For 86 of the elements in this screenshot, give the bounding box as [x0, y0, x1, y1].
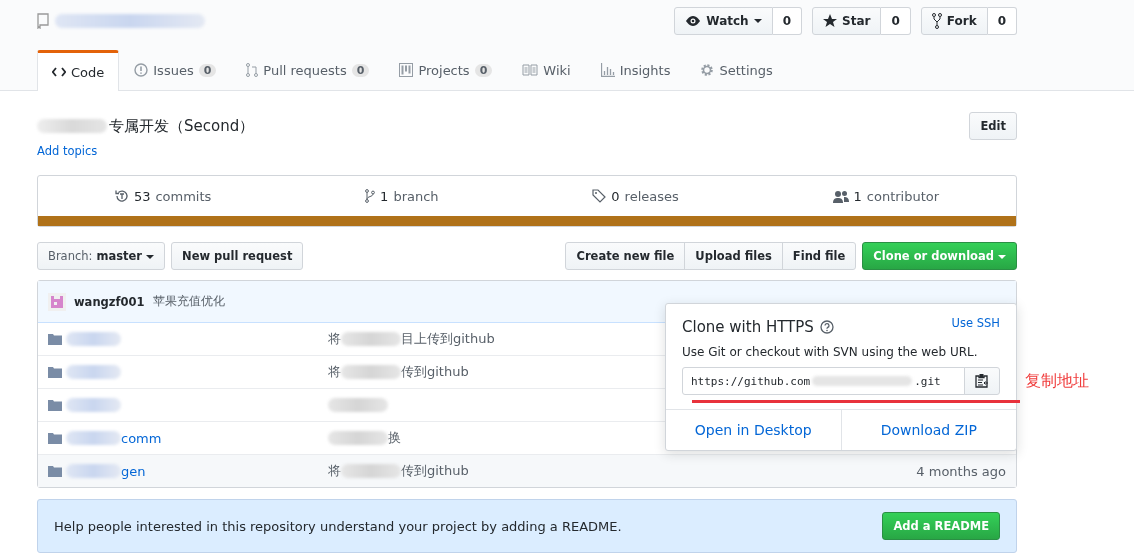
settings-icon [700, 63, 715, 77]
blurred-text [37, 119, 107, 133]
releases-link[interactable]: 0 releases [592, 188, 679, 204]
copy-button[interactable] [964, 367, 1000, 395]
tab[interactable]: Pull requests 0 [231, 50, 385, 89]
caret-icon [146, 254, 155, 259]
commit-message[interactable]: 传到github [401, 462, 469, 480]
issue-icon [134, 63, 149, 77]
book-icon [522, 64, 539, 76]
use-ssh-link[interactable]: Use SSH [951, 316, 1000, 330]
file-action-button[interactable]: Upload files [684, 242, 783, 270]
star-count: 0 [881, 7, 911, 35]
readme-prompt: Help people interested in this repository understand your project by adding a README. [54, 518, 622, 534]
help-icon[interactable] [819, 320, 834, 334]
blurred-text [341, 365, 401, 379]
branch-select[interactable]: Branch: master [37, 242, 166, 270]
count-badge: 0 [474, 63, 493, 77]
blurred-text [66, 464, 121, 478]
tag-icon [592, 189, 607, 203]
edit-button[interactable]: Edit [969, 112, 1017, 140]
tab[interactable]: Projects 0 [384, 50, 508, 89]
tab[interactable]: Issues 0 [119, 50, 232, 89]
folder-icon [48, 399, 62, 411]
commit-message[interactable]: 将 [328, 462, 341, 480]
open-in-desktop-link[interactable]: Open in Desktop [666, 410, 842, 450]
blurred-text [328, 398, 388, 412]
pull-request-icon [246, 62, 259, 78]
file-action-button[interactable]: Create new file [565, 242, 686, 270]
star-icon [823, 14, 837, 28]
caret-icon [753, 19, 762, 23]
tab[interactable]: Settings [685, 50, 788, 89]
tab[interactable]: Insights [585, 50, 686, 89]
folder-link[interactable]: comm [121, 430, 162, 446]
clone-url-field[interactable]: https://github.com .git [682, 367, 965, 395]
branch-link[interactable]: 1 branch [365, 188, 439, 204]
fork-icon [931, 13, 942, 29]
count-badge: 0 [198, 63, 217, 77]
folder-icon [48, 465, 62, 477]
people-icon [832, 189, 849, 203]
folder-icon [48, 366, 62, 378]
file-action-button[interactable]: Find file [781, 242, 857, 270]
commit-message[interactable]: 目上传到github [401, 330, 495, 348]
fork-button[interactable]: Fork [920, 7, 988, 35]
blurred-text [66, 431, 121, 445]
count-badge: 0 [351, 63, 370, 77]
blurred-text [66, 365, 121, 379]
blurred-text [341, 332, 401, 346]
bar-graph-icon [600, 63, 615, 77]
fork-count: 0 [987, 7, 1017, 35]
commit-author[interactable]: wangzf001 [74, 294, 145, 309]
folder-icon [48, 333, 62, 345]
watch-count: 0 [772, 7, 802, 35]
star-button[interactable]: Star [812, 7, 882, 35]
folder-icon [48, 432, 62, 444]
new-pull-request-button[interactable]: New pull request [171, 242, 304, 270]
caret-icon [998, 254, 1006, 259]
code-icon [52, 67, 66, 77]
commit-message[interactable]: 苹果充值优化 [152, 294, 225, 309]
branch-icon [365, 189, 376, 203]
eye-icon [685, 15, 702, 27]
project-board-icon [399, 63, 414, 77]
commit-message[interactable]: 传到github [401, 363, 469, 381]
blurred-text [66, 332, 121, 346]
commit-message[interactable]: 将 [328, 330, 341, 348]
download-zip-link[interactable]: Download ZIP [841, 410, 1016, 450]
tab[interactable]: Code [37, 50, 120, 91]
blurred-text [66, 398, 121, 412]
tab[interactable]: Wiki [507, 50, 586, 89]
popup-hint: Use Git or checkout with SVN using the web URL. [682, 345, 979, 359]
annotation-label: 复制地址 [1025, 371, 1089, 392]
clipboard-icon [975, 373, 989, 389]
commit-message[interactable]: 将 [328, 363, 341, 381]
repo-icon [37, 13, 49, 29]
avatar-icon [48, 292, 66, 311]
folder-link[interactable]: gen [121, 463, 146, 479]
commit-message[interactable]: 换 [388, 429, 401, 447]
blurred-text [328, 431, 388, 445]
watch-button[interactable]: Watch [674, 7, 773, 35]
popup-title: Clone with HTTPS [682, 318, 814, 336]
contributors-link[interactable]: 1 contributor [832, 188, 940, 204]
commit-age: 4 months ago [916, 463, 1006, 479]
history-icon [114, 189, 129, 203]
add-topics-link[interactable]: Add topics [37, 144, 1017, 158]
repo-description: 专属开发（Second） [109, 116, 255, 136]
commits-link[interactable]: 53 commits [114, 188, 212, 204]
blurred-text [341, 464, 401, 478]
